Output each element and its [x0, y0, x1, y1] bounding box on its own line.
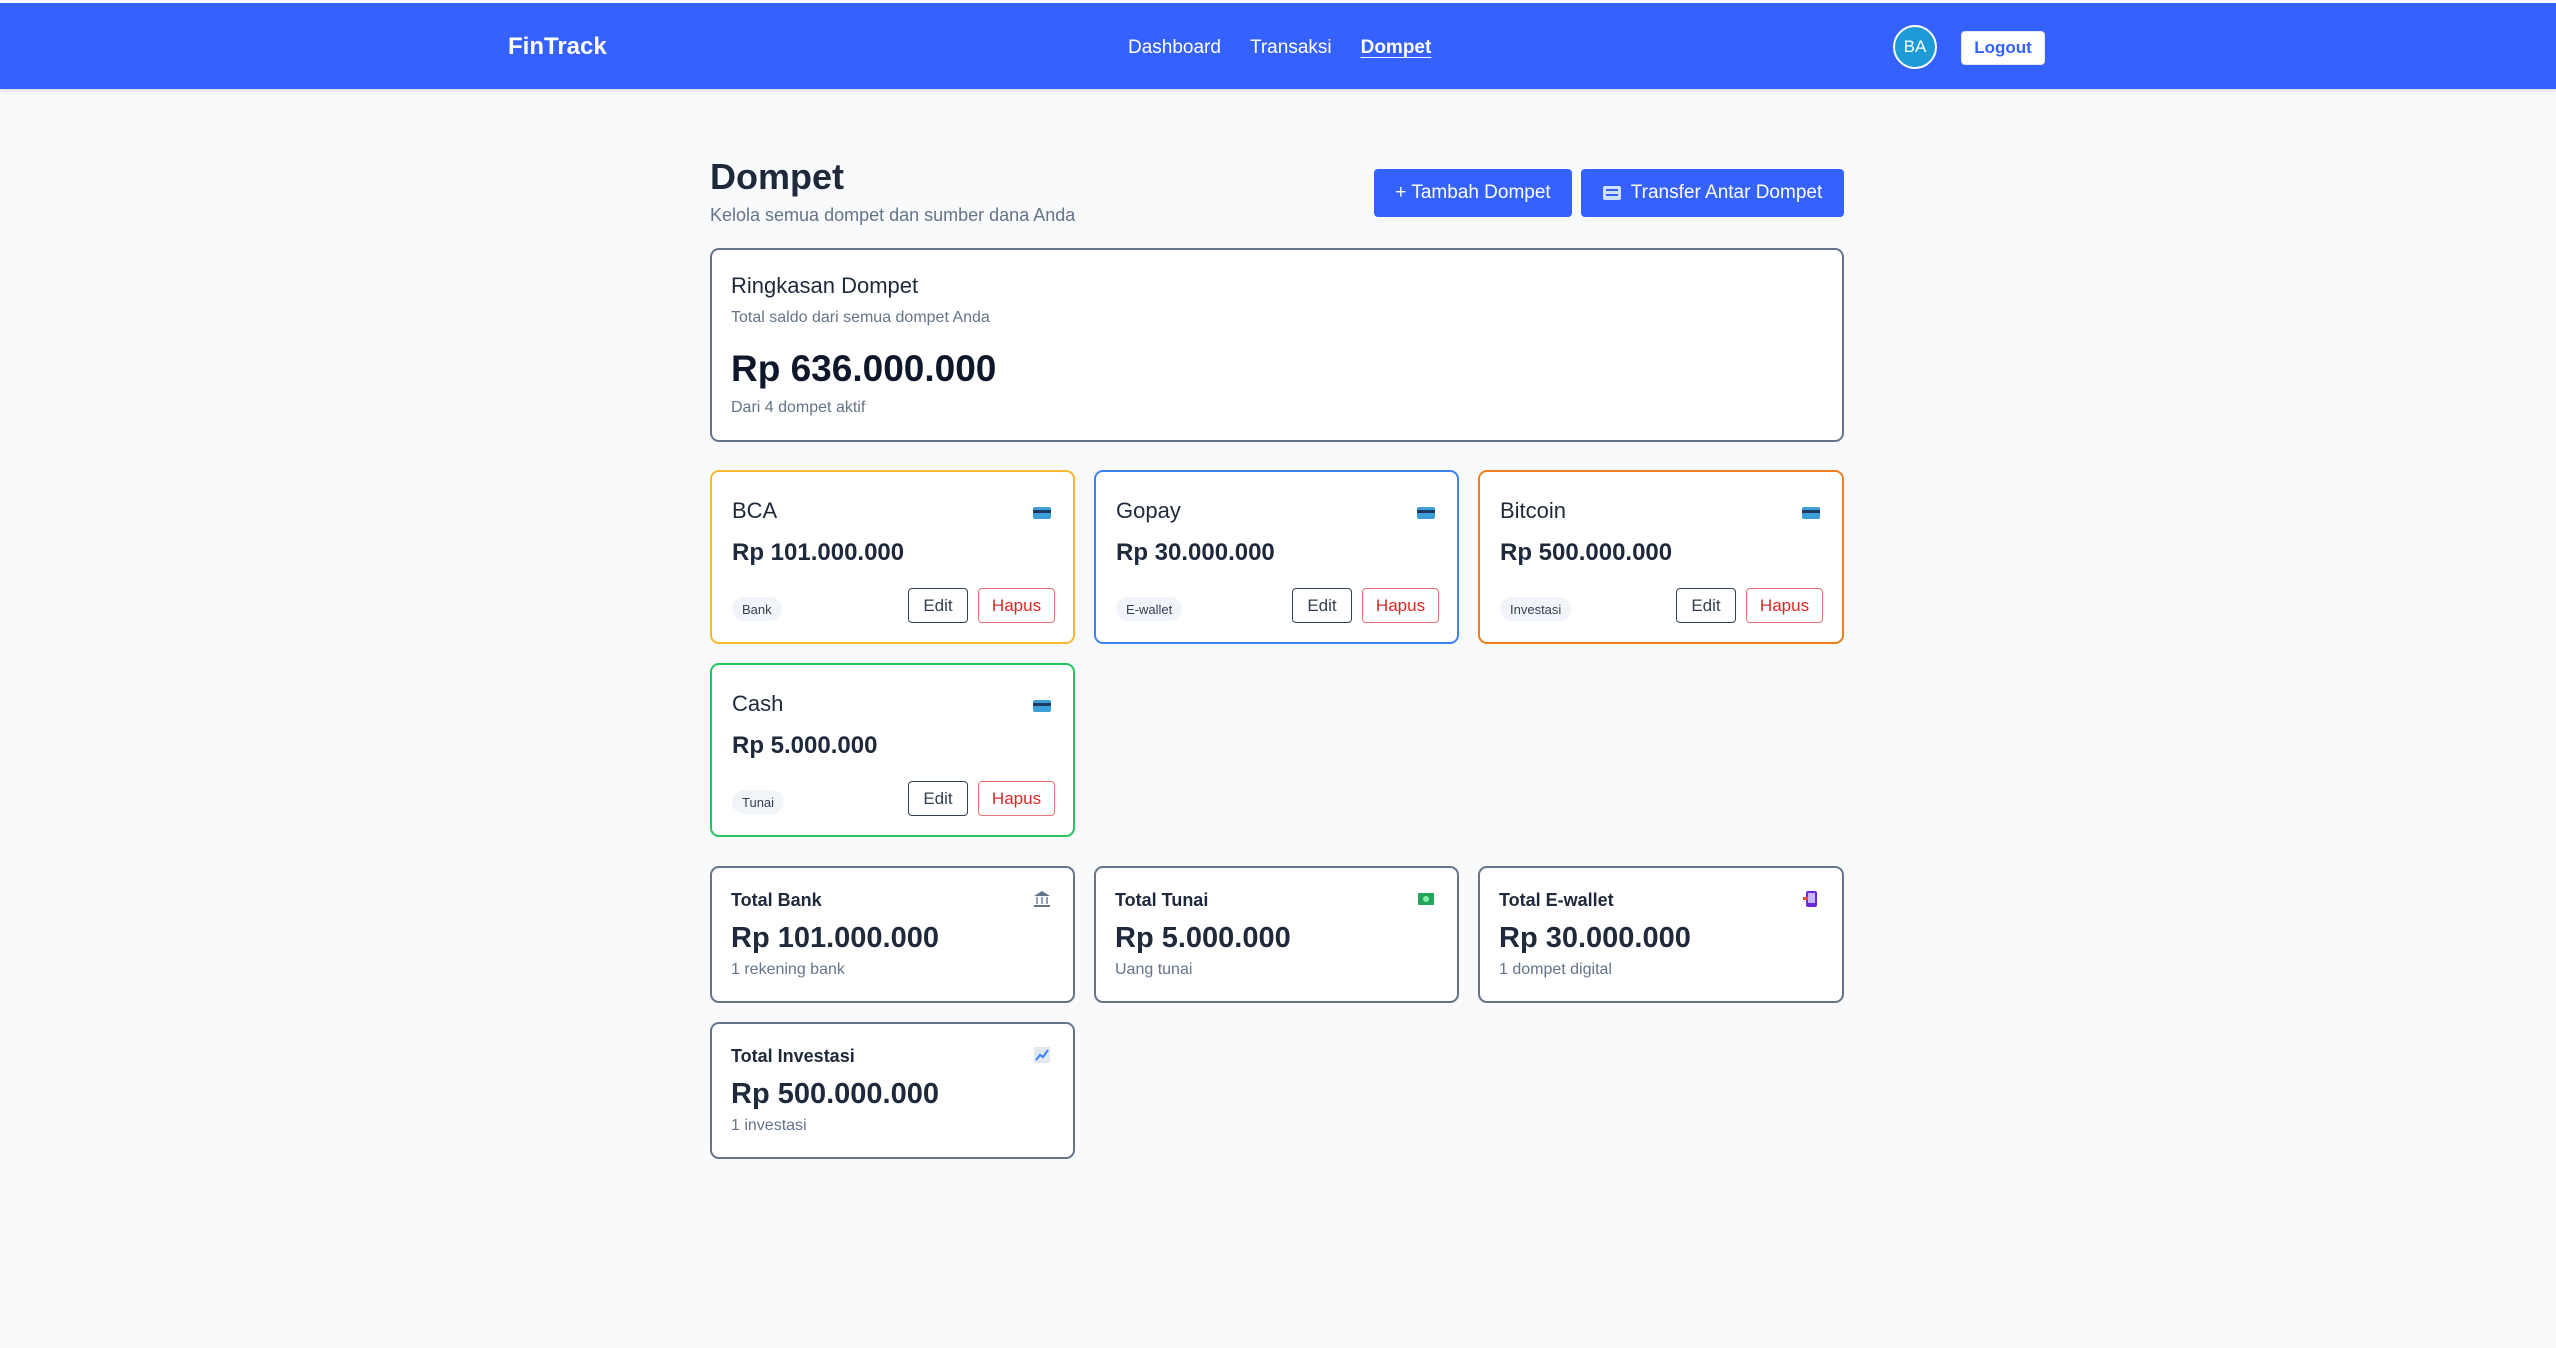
wallet-card-bitcoin: Bitcoin Rp 500.000.000 Investasi Edit Ha… — [1478, 470, 1844, 644]
transfer-label: Transfer Antar Dompet — [1630, 182, 1823, 203]
summary-note: Dari 4 dompet aktif — [731, 399, 866, 416]
stat-amount: Rp 500.000.000 — [731, 1078, 939, 1110]
wallet-name: Bitcoin — [1500, 498, 1567, 523]
user-avatar[interactable]: BA — [1893, 25, 1937, 69]
summary-title: Ringkasan Dompet — [731, 273, 919, 298]
wallet-type-badge: Bank — [732, 597, 782, 621]
summary-subtitle: Total saldo dari semua dompet Anda — [731, 309, 990, 326]
wallet-balance: Rp 500.000.000 — [1500, 539, 1673, 566]
stat-amount: Rp 101.000.000 — [731, 922, 939, 954]
nav-link-dompet[interactable]: Dompet — [1361, 37, 1432, 59]
stat-note: Uang tunai — [1115, 961, 1193, 978]
credit-card-icon — [1033, 507, 1051, 519]
stat-card-total-bank: Total Bank Rp 101.000.000 1 rekening ban… — [710, 866, 1075, 1003]
stat-title: Total Tunai — [1115, 890, 1209, 910]
page-subtitle: Kelola semua dompet dan sumber dana Anda — [710, 205, 1076, 225]
stat-title: Total Bank — [731, 890, 822, 910]
stat-title: Total E-wallet — [1499, 890, 1614, 910]
wallet-type-badge: Tunai — [732, 790, 785, 814]
nav-link-dashboard[interactable]: Dashboard — [1128, 37, 1221, 59]
brand-logo[interactable]: FinTrack — [508, 33, 607, 61]
delete-wallet-button[interactable]: Hapus — [1746, 588, 1823, 623]
transfer-wallet-button[interactable]: Transfer Antar Dompet — [1581, 169, 1844, 217]
stat-card-total-tunai: Total Tunai Rp 5.000.000 Uang tunai — [1094, 866, 1459, 1003]
phone-icon — [1802, 890, 1820, 911]
wallet-name: Cash — [732, 691, 784, 716]
transfer-icon — [1602, 186, 1621, 200]
wallet-card-cash: Cash Rp 5.000.000 Tunai Edit Hapus — [710, 663, 1075, 837]
top-navbar: FinTrack Dashboard Transaksi Dompet BA L… — [0, 3, 2556, 89]
wallet-card-bca: BCA Rp 101.000.000 Bank Edit Hapus — [710, 470, 1075, 644]
edit-wallet-button[interactable]: Edit — [1676, 588, 1736, 623]
cash-icon — [1417, 890, 1435, 911]
logout-button[interactable]: Logout — [1961, 31, 2045, 65]
wallet-balance: Rp 5.000.000 — [732, 732, 878, 759]
credit-card-icon — [1033, 700, 1051, 712]
add-wallet-label: + Tambah Dompet — [1395, 182, 1551, 203]
wallet-balance: Rp 101.000.000 — [732, 539, 905, 566]
stat-amount: Rp 30.000.000 — [1499, 922, 1691, 954]
delete-wallet-button[interactable]: Hapus — [978, 781, 1055, 816]
stat-amount: Rp 5.000.000 — [1115, 922, 1291, 954]
page-title: Dompet — [710, 156, 844, 197]
stat-card-total-investasi: Total Investasi Rp 500.000.000 1 investa… — [710, 1022, 1075, 1159]
credit-card-icon — [1417, 507, 1435, 519]
stat-note: 1 investasi — [731, 1117, 807, 1134]
edit-wallet-button[interactable]: Edit — [908, 781, 968, 816]
main-nav: Dashboard Transaksi Dompet — [1128, 37, 1431, 59]
add-wallet-button[interactable]: + Tambah Dompet — [1374, 169, 1572, 217]
stat-title: Total Investasi — [731, 1046, 855, 1066]
delete-wallet-button[interactable]: Hapus — [978, 588, 1055, 623]
summary-total-amount: Rp 636.000.000 — [731, 348, 997, 389]
delete-wallet-button[interactable]: Hapus — [1362, 588, 1439, 623]
nav-link-transaksi[interactable]: Transaksi — [1250, 37, 1332, 59]
wallet-name: BCA — [732, 498, 778, 523]
stat-card-total-ewallet: Total E-wallet Rp 30.000.000 1 dompet di… — [1478, 866, 1844, 1003]
wallet-type-badge: E-wallet — [1116, 597, 1183, 621]
edit-wallet-button[interactable]: Edit — [908, 588, 968, 623]
chart-up-icon — [1033, 1046, 1051, 1067]
bank-icon — [1033, 890, 1051, 911]
edit-wallet-button[interactable]: Edit — [1292, 588, 1352, 623]
credit-card-icon — [1802, 507, 1820, 519]
wallet-card-gopay: Gopay Rp 30.000.000 E-wallet Edit Hapus — [1094, 470, 1459, 644]
stat-note: 1 rekening bank — [731, 961, 845, 978]
wallet-balance: Rp 30.000.000 — [1116, 539, 1275, 566]
wallet-type-badge: Investasi — [1500, 597, 1572, 621]
stat-note: 1 dompet digital — [1499, 961, 1612, 978]
wallet-name: Gopay — [1116, 498, 1181, 523]
wallet-summary-card: Ringkasan Dompet Total saldo dari semua … — [710, 248, 1844, 442]
